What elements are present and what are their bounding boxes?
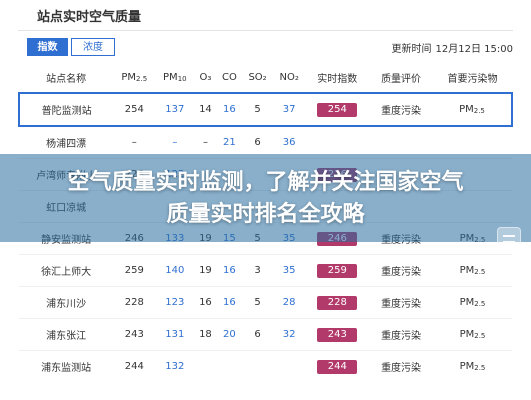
pollutant-sub: 2.5 [474,300,486,308]
cell-no2: 28 [272,286,306,319]
col-so2[interactable]: SO₂ [242,62,273,93]
aqi-badge: 244 [317,359,358,374]
pollutant-label: PM [459,297,475,308]
cell-pollutant: PM2.5 [432,286,512,319]
cell-station: 普陀监测站 [17,92,114,127]
col-pollutant[interactable]: 首要污染物 [433,62,512,93]
cell-co [216,350,243,382]
cell-pm10: 140 [155,254,195,287]
col-pm25-sub: 2.5 [136,74,148,83]
title-divider [18,30,513,31]
aqi-badge: 228 [317,295,358,310]
pollutant-sub: 2.5 [474,332,486,340]
pollutant-label: PM [459,265,475,276]
col-co[interactable]: CO [217,62,243,93]
col-pm10[interactable]: PM10 [155,62,194,93]
aqi-badge: 259 [317,263,358,278]
cell-so2: 3 [242,254,273,287]
pollutant-label: PM [459,329,475,340]
cell-pm25: 244 [113,350,156,382]
concentration-toggle-button[interactable]: 浓度 [71,38,115,56]
cell-no2 [272,350,306,382]
cell-o3: 16 [194,286,217,319]
cell-so2: 6 [242,318,273,351]
table-header-row: 站点名称 PM2.5 PM10 O₃ CO SO₂ NO₂ 实时指数 质量评价 … [19,62,512,93]
cell-pm10: 132 [155,350,195,382]
aqi-badge: 243 [317,327,358,342]
cell-station: 浦东监测站 [19,350,114,382]
col-o3[interactable]: O₃ [194,62,216,93]
cell-pollutant: PM2.5 [432,350,512,382]
cell-pm25: 228 [113,286,156,319]
cell-pm10: 137 [155,92,195,127]
col-station[interactable]: 站点名称 [19,62,113,93]
col-pm10-label: PM [163,71,178,83]
cell-o3: 19 [194,254,217,287]
col-pm25[interactable]: PM2.5 [113,62,155,93]
col-level[interactable]: 质量评价 [369,62,433,93]
cell-no2: 37 [272,92,306,127]
pollutant-sub: 2.5 [473,107,485,115]
cell-pm10: 131 [155,318,195,351]
cell-o3 [194,350,217,382]
cell-o3: 18 [194,318,217,351]
update-time: 更新时间 12月12日 15:00 [392,40,513,55]
table-row[interactable]: 浦东监测站 244 132 244 重度污染 PM2.5 [19,350,512,382]
cell-pm25: 259 [113,254,156,287]
cell-level: 重度污染 [369,350,433,382]
cell-aqi: 243 [305,318,370,351]
cell-aqi: 254 [305,92,370,127]
cell-co: 16 [216,92,243,127]
cell-no2: 35 [272,254,306,287]
cell-level: 重度污染 [369,254,433,287]
cell-station: 浦东张江 [19,318,114,351]
cell-station: 浦东川沙 [19,286,114,319]
col-no2[interactable]: NO₂ [273,62,305,93]
update-time-label: 更新时间 [391,44,432,55]
cell-co: 16 [216,254,243,287]
banner-line-1: 空气质量实时监测，了解并关注国家空气 [67,170,464,195]
cell-aqi: 244 [305,350,370,382]
cell-no2: 32 [272,318,306,351]
page-title: 站点实时空气质量 [37,10,142,25]
cell-pollutant: PM2.5 [432,92,514,127]
cell-pm25: 243 [113,318,156,351]
index-toggle-button[interactable]: 指数 [27,38,68,56]
banner-headline: 空气质量实时监测，了解并关注国家空气 质量实时排名全攻略 [0,167,531,231]
update-time-value: 12月12日 15:00 [435,44,513,55]
cell-pollutant: PM2.5 [432,318,512,351]
col-pm10-sub: 10 [177,74,187,83]
cell-o3: 14 [194,92,217,127]
cell-pm10: 123 [155,286,195,319]
pollutant-sub: 2.5 [474,364,486,372]
cell-pollutant: PM2.5 [432,254,512,287]
cell-co: 20 [216,318,243,351]
cell-co: 16 [216,286,243,319]
cell-level: 重度污染 [369,286,433,319]
cell-so2: 5 [242,92,273,127]
cell-station: 徐汇上师大 [19,254,114,287]
title-bar: 站点实时空气质量 [0,0,531,30]
cell-so2: 5 [242,286,273,319]
pollutant-label: PM [459,104,474,115]
banner-line-2: 质量实时排名全攻略 [166,202,365,227]
cell-aqi: 228 [305,286,370,319]
cell-level: 重度污染 [369,92,433,127]
aqi-badge: 254 [317,102,358,117]
list-icon [497,227,521,251]
col-aqi[interactable]: 实时指数 [305,62,369,93]
col-pm25-label: PM [121,71,137,83]
cell-aqi: 259 [305,254,370,287]
pollutant-label: PM [459,361,475,372]
pollutant-sub: 2.5 [474,268,486,276]
cell-so2 [242,350,273,382]
table-row[interactable]: 普陀监测站 254 137 14 16 5 37 254 重度污染 PM2.5 [17,92,514,127]
cell-pm25: 254 [113,92,156,127]
table-row[interactable]: 浦东川沙 228 123 16 16 5 28 228 重度污染 PM2.5 [19,286,512,319]
page: 站点实时空气质量 指数 浓度 更新时间 12月12日 15:00 站点名称 PM2… [0,0,531,400]
cell-level: 重度污染 [369,318,433,351]
table-row[interactable]: 浦东张江 243 131 18 20 6 32 243 重度污染 PM2.5 [19,318,512,351]
table-row[interactable]: 徐汇上师大 259 140 19 16 3 35 259 重度污染 PM2.5 [19,254,512,287]
